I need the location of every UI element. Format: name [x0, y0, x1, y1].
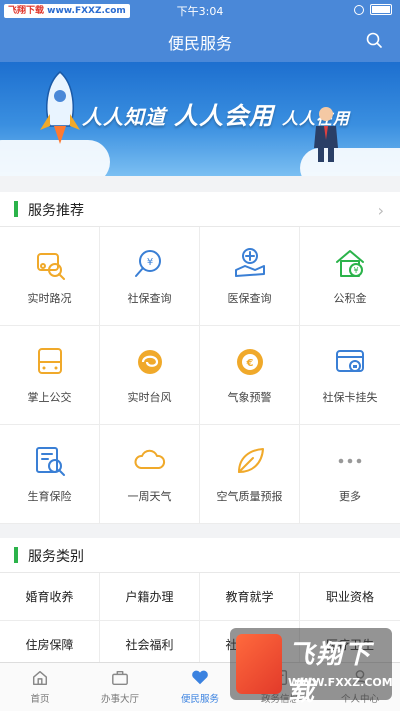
service-item[interactable]: ¥ 公积金: [300, 227, 400, 326]
recommend-title: 服务推荐: [28, 203, 84, 219]
service-item[interactable]: 实时台风: [100, 326, 200, 425]
category-title: 服务类别: [28, 549, 84, 565]
cloud-icon: [134, 449, 165, 469]
service-item-label: 更多: [339, 490, 361, 503]
service-item[interactable]: 医保查询: [200, 227, 300, 326]
service-item-label: 气象预警: [227, 391, 272, 404]
recommend-header[interactable]: 服务推荐 ›: [0, 192, 400, 227]
battery-icon: [370, 4, 392, 15]
service-item[interactable]: ¥ 社保查询: [100, 227, 200, 326]
tab-label: 办事大厅: [100, 694, 139, 705]
category-item[interactable]: 社会福利: [100, 621, 200, 662]
service-item[interactable]: 掌上公交: [0, 326, 100, 425]
tab-label: 便民服务: [180, 694, 219, 705]
slogan-2: 人人会用: [173, 102, 274, 130]
social-security-search-icon: ¥: [134, 250, 161, 277]
rocket-icon: [40, 71, 80, 144]
category-header: 服务类别: [0, 538, 400, 573]
service-item-label: 生育保险: [27, 490, 72, 503]
service-item[interactable]: 实时路况: [0, 227, 100, 326]
orientation-lock-icon: [354, 4, 364, 15]
car-search-icon: [36, 253, 65, 280]
tab-item[interactable]: 便民服务: [160, 663, 240, 711]
svg-text:€: €: [245, 358, 253, 369]
tab-item[interactable]: 首页: [0, 663, 80, 711]
status-time: 下午3:04: [176, 5, 224, 18]
chevron-right-icon[interactable]: ›: [378, 201, 384, 220]
tab-label: 首页: [30, 694, 50, 705]
housing-fund-icon: ¥: [336, 250, 364, 277]
promo-banner[interactable]: 人人知道 人人会用 人人在用: [0, 62, 400, 176]
recommend-grid: 实时路况 ¥ 社保查询 医保查询 ¥ 公积金掌上公交 实时台风 € 气象预警 社保卡挂失生育保险 一…: [0, 227, 400, 524]
businessman-illustration: [314, 107, 338, 162]
section-accent-bar: [14, 547, 18, 563]
more-icon: [338, 458, 362, 464]
status-bar: 飞翔下载 www.FXXZ.com 下午3:04: [0, 0, 400, 20]
service-item-label: 实时台风: [127, 391, 172, 404]
service-item-label: 社保卡挂失: [322, 391, 378, 404]
service-item[interactable]: 生育保险: [0, 425, 100, 524]
home-icon: [32, 670, 48, 686]
heart-icon: [192, 670, 208, 685]
service-item-label: 一周天气: [127, 490, 172, 503]
medical-insurance-icon: [234, 248, 265, 277]
service-item-label: 掌上公交: [27, 391, 72, 404]
service-item-label: 医保查询: [227, 292, 272, 305]
watermark-name: 飞翔下载: [288, 640, 373, 707]
service-item[interactable]: 更多: [300, 425, 400, 524]
leaf-icon: [237, 448, 264, 473]
weather-warning-icon: €: [236, 349, 263, 375]
service-item-label: 社保查询: [127, 292, 172, 305]
recommend-section: 服务推荐 › 实时路况 ¥ 社保查询 医保查询 ¥ 公积金掌上公交 实时台风 € 气象预警 社保卡…: [0, 192, 400, 524]
watermark-url-bottom: WWW.FXXZ.COM: [288, 676, 393, 689]
section-accent-bar: [14, 201, 18, 217]
watermark-bottom: 飞翔下载 WWW.FXXZ.COM: [230, 628, 393, 707]
service-item-label: 实时路况: [27, 292, 72, 305]
tab-item[interactable]: 办事大厅: [80, 663, 160, 711]
slogan-1: 人人知道: [82, 105, 166, 129]
card-lock-icon: [336, 350, 364, 372]
bus-icon: [37, 348, 62, 374]
service-item[interactable]: 一周天气: [100, 425, 200, 524]
category-item[interactable]: 教育就学: [200, 573, 300, 621]
svg-text:¥: ¥: [353, 266, 358, 275]
service-item-label: 空气质量预报: [216, 490, 283, 503]
briefcase-icon: [112, 670, 128, 686]
service-item-label: 公积金: [333, 292, 367, 305]
app-header: 飞翔下载 www.FXXZ.com 下午3:04 便民服务: [0, 0, 400, 62]
service-item[interactable]: 空气质量预报: [200, 425, 300, 524]
typhoon-icon: [137, 350, 162, 374]
page-title: 便民服务: [167, 34, 232, 53]
service-item[interactable]: 社保卡挂失: [300, 326, 400, 425]
category-item[interactable]: 住房保障: [0, 621, 100, 662]
category-item[interactable]: 户籍办理: [100, 573, 200, 621]
category-item[interactable]: 婚育收养: [0, 573, 100, 621]
svg-text:¥: ¥: [146, 257, 152, 268]
search-icon[interactable]: [366, 32, 382, 48]
watermark-logo: [236, 634, 282, 694]
category-item[interactable]: 职业资格: [300, 573, 400, 621]
service-item[interactable]: € 气象预警: [200, 326, 300, 425]
maternity-insurance-icon: [35, 447, 65, 476]
